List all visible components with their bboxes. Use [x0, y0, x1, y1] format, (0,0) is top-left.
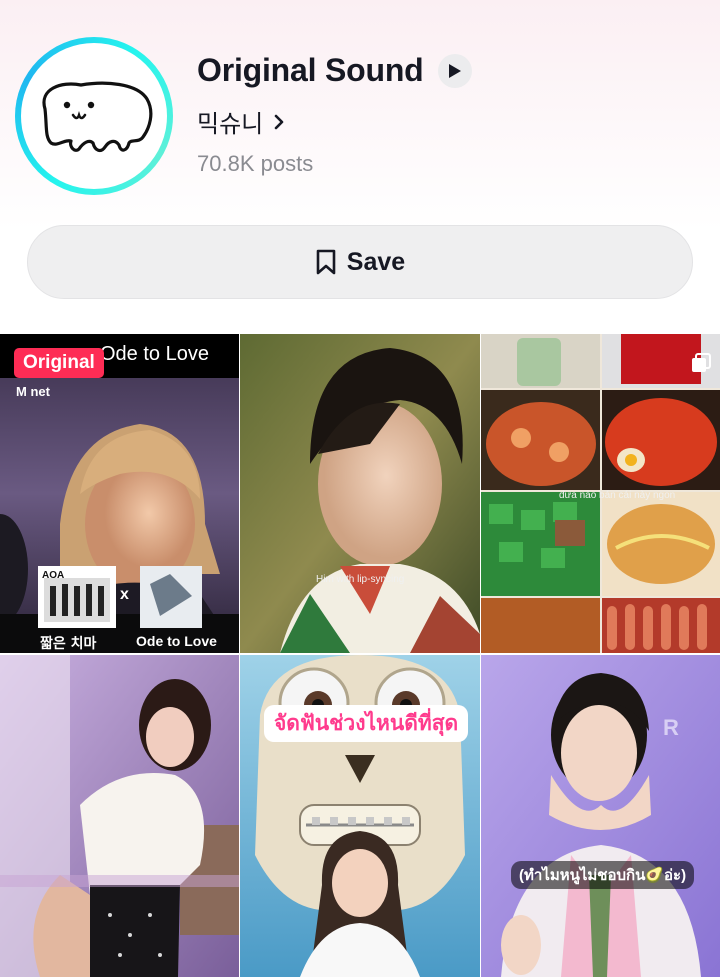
video-tile[interactable] — [0, 655, 239, 977]
video-caption: Him with lip-syncing — [316, 574, 405, 585]
video-thumbnail — [481, 655, 720, 977]
caption-left: 짧은 치마 — [40, 636, 97, 652]
play-icon — [448, 63, 461, 78]
blob-cat-illustration — [42, 81, 153, 153]
video-thumbnail — [0, 334, 239, 653]
save-button[interactable]: Save — [27, 225, 693, 299]
video-tile[interactable]: đưa nào bán cái này ngon — [481, 334, 720, 653]
sound-avatar — [21, 43, 167, 189]
video-overlay-title: Ode to Love — [100, 343, 209, 365]
original-badge: Original — [14, 348, 104, 378]
sound-header: Original Sound 믹슈니 70.8K posts Save — [0, 0, 720, 320]
video-thumbnail — [240, 655, 480, 977]
artist-name: 믹슈니 — [197, 110, 264, 138]
video-caption: จัดฟันช่วงไหนดีที่สุด — [264, 705, 469, 742]
chevron-right-icon — [273, 113, 285, 131]
video-grid: Ode to Love M net Original AOA x 짧은 치마 O… — [0, 334, 720, 977]
channel-logo: M net — [16, 384, 50, 399]
video-caption: đưa nào bán cái này ngon — [559, 490, 676, 501]
sound-avatar-ring[interactable] — [15, 37, 173, 195]
title-row: Original Sound — [197, 52, 472, 89]
video-thumbnail — [240, 334, 480, 653]
video-tile[interactable]: Him with lip-syncing — [240, 334, 480, 653]
play-button[interactable] — [437, 53, 472, 88]
video-tile[interactable]: R (ทำไมหนูไม่ชอบกิน🥑อ่ะ) — [481, 655, 720, 977]
video-tile[interactable]: Ode to Love M net Original AOA x 짧은 치마 O… — [0, 334, 239, 653]
post-count: 70.8K posts — [197, 151, 314, 176]
video-thumbnail — [0, 655, 239, 977]
cross-mark: x — [120, 586, 129, 603]
video-tile[interactable]: จัดฟันช่วงไหนดีที่สุด — [240, 655, 480, 977]
album-label: AOA — [42, 570, 65, 581]
watermark-text: R — [663, 715, 679, 740]
save-label: Save — [346, 247, 406, 276]
artist-link[interactable]: 믹슈니 — [197, 104, 285, 139]
sound-title: Original Sound — [197, 52, 424, 88]
multi-image-icon — [690, 352, 712, 379]
caption-right: Ode to Love — [136, 633, 217, 649]
video-caption: (ทำไมหนูไม่ชอบกิน🥑อ่ะ) — [511, 861, 695, 889]
bookmark-icon — [316, 249, 336, 275]
